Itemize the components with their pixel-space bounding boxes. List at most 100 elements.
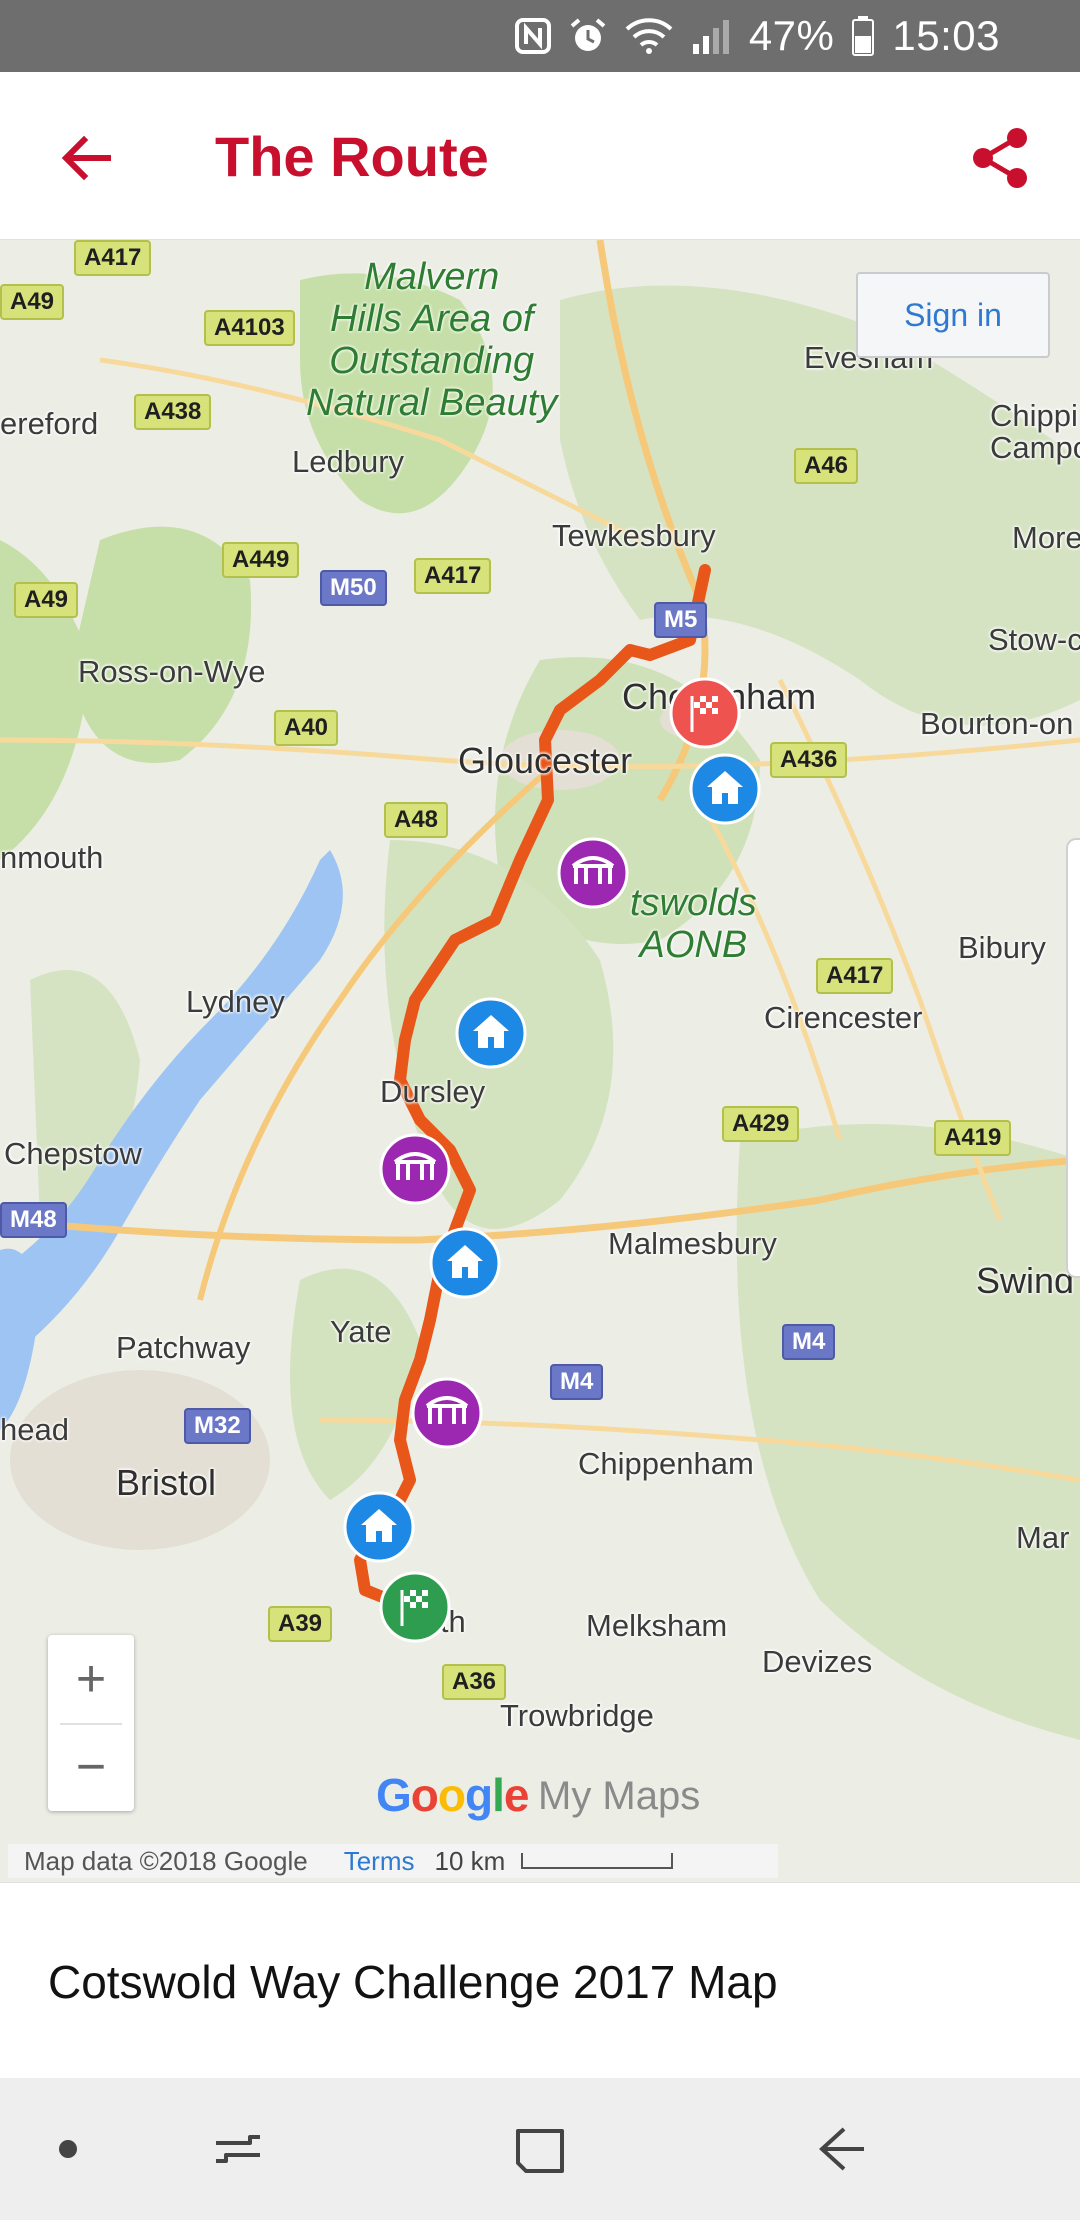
motorway-shield: M4	[782, 1324, 836, 1360]
back-nav-button[interactable]	[806, 2113, 878, 2185]
battery-percent: 47%	[748, 12, 835, 59]
place-yate: Yate	[330, 1314, 392, 1349]
motorway-shield: M48	[0, 1202, 67, 1238]
place-bibury: Bibury	[958, 930, 1046, 965]
clock: 15:03	[892, 12, 1000, 59]
scale-label: 10 km	[434, 1845, 506, 1876]
pit-stop-marker[interactable]	[378, 1132, 452, 1206]
pit-stop-marker[interactable]	[556, 836, 630, 910]
zoom-controls: + −	[48, 1635, 134, 1811]
place-marlborough: Mar	[1016, 1520, 1070, 1555]
motorway-shield: M32	[184, 1408, 251, 1444]
place-gloucester: Gloucester	[458, 740, 633, 781]
dot-icon	[59, 2140, 77, 2158]
rest-stop-marker[interactable]	[688, 752, 762, 826]
wifi-icon	[625, 16, 673, 56]
map-data-credit: Map data ©2018 Google	[24, 1845, 308, 1876]
motorway-shield: M5	[654, 602, 708, 638]
road-shield: A49	[0, 284, 65, 320]
road-shield: A417	[74, 240, 152, 276]
place-label: Malvern Hills Area of Outstanding Natura…	[306, 256, 557, 424]
road-shield: A449	[222, 542, 300, 578]
place-more: More	[1012, 520, 1080, 555]
place-stow: Stow-c	[988, 622, 1080, 657]
place-chippenham: Chippenham	[578, 1446, 754, 1481]
place-head: head	[0, 1412, 69, 1447]
alarm-icon	[569, 16, 607, 56]
place-chepstow: Chepstow	[4, 1136, 142, 1171]
place-melksham: Melksham	[586, 1608, 728, 1643]
route-map[interactable]: Malvern Hills Area of Outstanding Natura…	[0, 240, 1080, 1882]
road-shield: A39	[268, 1606, 333, 1642]
road-shield: A46	[794, 448, 859, 484]
my-maps-label: My Maps	[538, 1774, 701, 1818]
battery-icon	[852, 16, 875, 56]
pit-stop-marker[interactable]	[410, 1376, 484, 1450]
place-swindon: Swind	[976, 1260, 1075, 1301]
system-nav-bar	[0, 2078, 1080, 2220]
sign-in-button[interactable]: Sign in	[856, 272, 1050, 358]
back-nav-icon	[819, 2127, 864, 2171]
place-patchway: Patchway	[116, 1330, 251, 1365]
signal-icon	[691, 16, 731, 56]
google-logo: Google	[376, 1769, 529, 1821]
zoom-out-button[interactable]: −	[48, 1723, 134, 1811]
place-bourton: Bourton-on	[920, 706, 1074, 741]
place-malmesbury: Malmesbury	[608, 1226, 777, 1261]
motorway-shield: M4	[550, 1364, 604, 1400]
map-title-card: Cotswold Way Challenge 2017 Map	[0, 1882, 1080, 2078]
road-shield: A40	[274, 710, 339, 746]
road-shield: A417	[816, 958, 894, 994]
place-devizes: Devizes	[762, 1644, 873, 1679]
nfc-icon	[514, 16, 551, 56]
arrow-back-icon	[61, 135, 111, 181]
malvern-aonb-label: Malvern Hills Area of Outstanding Natura…	[306, 256, 558, 424]
place-trowbridge: Trowbridge	[500, 1698, 654, 1733]
zoom-in-button[interactable]: +	[48, 1635, 134, 1723]
home-square-icon	[516, 2129, 564, 2173]
place-cirencester: Cirencester	[764, 1000, 923, 1035]
rest-stop-marker[interactable]	[428, 1226, 502, 1300]
road-shield: A429	[722, 1106, 800, 1142]
side-panel-handle[interactable]	[1066, 838, 1080, 1278]
road-shield: A436	[770, 742, 848, 778]
road-shield: A48	[384, 802, 449, 838]
place-ledbury: Ledbury	[292, 444, 405, 479]
back-button[interactable]	[48, 120, 124, 196]
map-background	[0, 240, 1080, 1740]
place-bristol: Bristol	[116, 1462, 217, 1503]
place-monmouth: nmouth	[0, 840, 104, 875]
place-dursley: Dursley	[380, 1074, 486, 1109]
recent-apps-icon	[216, 2135, 260, 2163]
rest-stop-marker[interactable]	[454, 996, 528, 1070]
road-shield: A419	[934, 1120, 1012, 1156]
place-chipping: Chippi Campc	[990, 398, 1080, 465]
terms-link[interactable]: Terms	[344, 1846, 415, 1877]
finish-marker[interactable]	[668, 676, 742, 750]
share-button[interactable]	[960, 118, 1040, 198]
place-ross-on-wye: Ross-on-Wye	[78, 654, 266, 689]
app-bar: The Route	[0, 72, 1080, 240]
road-shield: A438	[134, 394, 212, 430]
place-tewkesbury: Tewkesbury	[552, 518, 716, 553]
place-hereford: ereford	[0, 406, 99, 441]
rest-stop-marker[interactable]	[342, 1490, 416, 1564]
place-label: tswolds AONB	[630, 882, 757, 966]
road-shield: A4103	[204, 310, 295, 346]
recent-apps-button[interactable]	[202, 2113, 274, 2185]
road-shield: A417	[414, 558, 492, 594]
scale-bar	[521, 1853, 674, 1869]
place-lydney: Lydney	[186, 984, 285, 1019]
map-title: Cotswold Way Challenge 2017 Map	[48, 1956, 778, 2008]
map-attribution: Map data ©2018 Google Terms 10 km	[8, 1844, 778, 1878]
share-icon	[973, 128, 1027, 188]
road-shield: A49	[14, 582, 79, 618]
road-shield: A36	[442, 1664, 507, 1700]
home-nav-button[interactable]	[504, 2113, 576, 2185]
page-title: The Route	[215, 125, 489, 188]
start-marker[interactable]	[378, 1570, 452, 1644]
cotswolds-aonb-label: tswolds AONB	[630, 882, 757, 966]
motorway-shield: M50	[320, 570, 387, 606]
status-bar: 47% 15:03	[0, 0, 1080, 72]
nav-dot-button[interactable]	[32, 2113, 104, 2185]
